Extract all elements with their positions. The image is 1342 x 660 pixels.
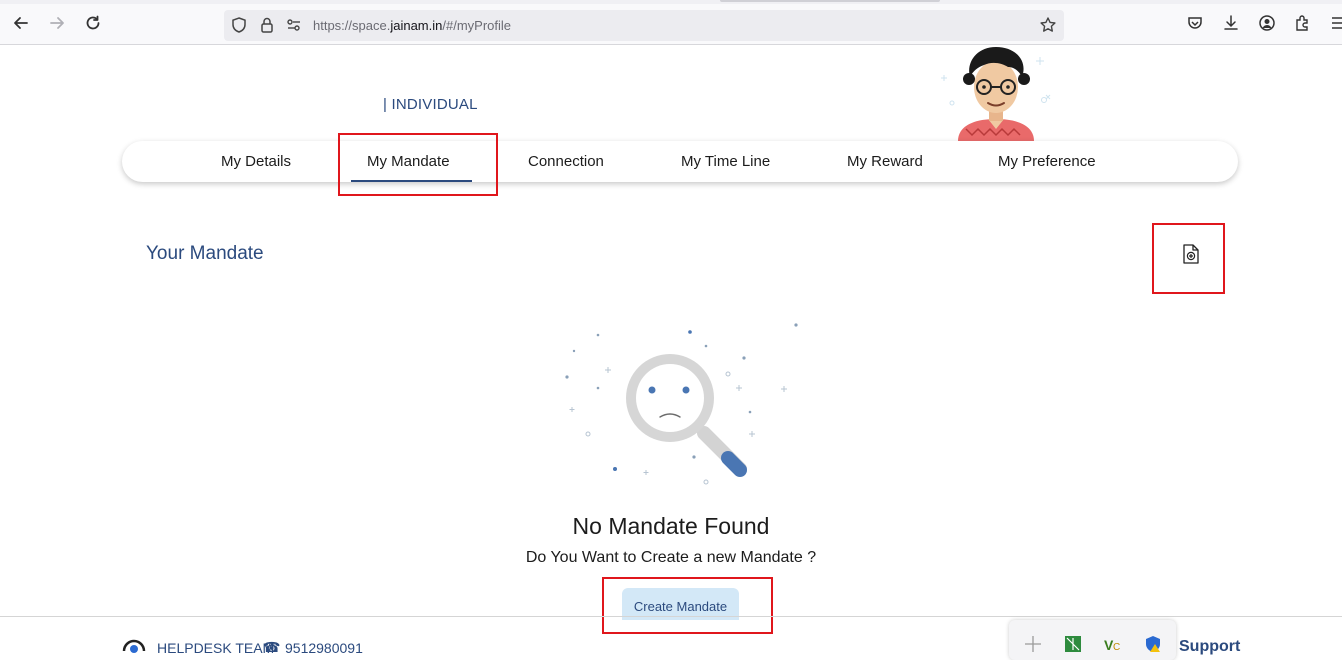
bookmark-star-icon[interactable] bbox=[1039, 16, 1057, 34]
empty-state-question: Do You Want to Create a new Mandate ? bbox=[525, 549, 817, 566]
crosshair-icon[interactable] bbox=[1024, 635, 1042, 653]
pocket-icon[interactable] bbox=[1186, 14, 1204, 32]
highlight-box-create-mandate bbox=[602, 577, 773, 634]
forward-icon[interactable] bbox=[46, 12, 68, 34]
extensions-icon[interactable] bbox=[1294, 14, 1312, 32]
tab-connection[interactable]: Connection bbox=[528, 153, 604, 170]
browser-toolbar: https://space.jainam.in/#/myProfile bbox=[0, 0, 1342, 45]
active-tab-edge bbox=[720, 0, 940, 2]
headset-icon bbox=[122, 639, 146, 653]
support-link[interactable]: Support bbox=[1179, 638, 1240, 656]
svg-text:C: C bbox=[1113, 642, 1120, 653]
extension-popup: V C bbox=[1009, 620, 1176, 660]
back-icon[interactable] bbox=[10, 12, 32, 34]
permissions-icon[interactable] bbox=[285, 16, 303, 34]
phone-icon: ☎ bbox=[263, 640, 281, 656]
empty-state-title: No Mandate Found bbox=[572, 513, 770, 539]
spreadsheet-icon[interactable] bbox=[1064, 635, 1082, 653]
shield-icon[interactable] bbox=[230, 16, 248, 34]
menu-icon[interactable] bbox=[1330, 14, 1342, 32]
section-title: Your Mandate bbox=[146, 243, 264, 264]
tab-my-preference[interactable]: My Preference bbox=[998, 153, 1096, 170]
lock-icon[interactable] bbox=[258, 16, 276, 34]
no-results-magnifier-icon bbox=[565, 323, 798, 485]
avatar bbox=[941, 47, 1051, 141]
account-type-label: | INDIVIDUAL bbox=[383, 96, 478, 113]
security-warning-icon[interactable] bbox=[1144, 635, 1162, 653]
tab-my-time-line[interactable]: My Time Line bbox=[681, 153, 770, 170]
download-icon[interactable] bbox=[1222, 14, 1240, 32]
account-icon[interactable] bbox=[1258, 14, 1276, 32]
highlight-box-add-mandate bbox=[1152, 223, 1225, 294]
tab-my-reward[interactable]: My Reward bbox=[847, 153, 923, 170]
tab-my-details[interactable]: My Details bbox=[221, 153, 291, 170]
helpdesk-phone[interactable]: 9512980091 bbox=[285, 640, 363, 656]
profile-tabs: My Details My Mandate Connection My Time… bbox=[122, 141, 1238, 182]
url-bar[interactable]: https://space.jainam.in/#/myProfile bbox=[224, 10, 1064, 41]
reload-icon[interactable] bbox=[82, 12, 104, 34]
vc-icon[interactable]: V C bbox=[1103, 635, 1121, 653]
tab-strip bbox=[0, 0, 1342, 4]
helpdesk-label: HELPDESK TEAM bbox=[157, 640, 275, 656]
footer-divider bbox=[0, 616, 1342, 617]
url-text[interactable]: https://space.jainam.in/#/myProfile bbox=[313, 18, 511, 33]
highlight-box-my-mandate bbox=[338, 133, 498, 196]
